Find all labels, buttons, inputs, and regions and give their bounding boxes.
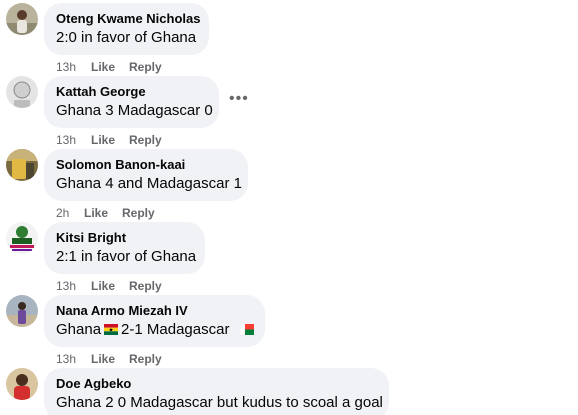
like-button[interactable]: Like [91, 133, 115, 147]
reply-button[interactable]: Reply [129, 133, 162, 147]
comment-text: Ghana 2-1 Madagascar [56, 320, 255, 340]
comment-text-ghana: Ghana [56, 321, 102, 338]
reply-button[interactable]: Reply [122, 206, 155, 220]
comment-bubble: Solomon Banon-kaai Ghana 4 and Madagasca… [44, 149, 248, 201]
comment-timestamp[interactable]: 13h [56, 352, 91, 366]
reply-button[interactable]: Reply [129, 279, 162, 293]
comment-author[interactable]: Solomon Banon-kaai [56, 157, 236, 173]
comment-text: Ghana 4 and Madagascar 1 [56, 175, 242, 192]
comment-timestamp[interactable]: 13h [56, 60, 91, 74]
comment-actions: 13h Like Reply [56, 60, 176, 74]
avatar[interactable] [6, 295, 38, 327]
comment-author[interactable]: Kattah George [56, 84, 207, 100]
avatar[interactable] [6, 76, 38, 108]
comment-text: 2:1 in favor of Ghana [56, 248, 197, 265]
avatar[interactable] [6, 222, 38, 254]
comment-text: 2:0 in favor of Ghana [56, 29, 197, 46]
comment-text: Ghana 3 Madagascar 0 [56, 102, 213, 119]
comment-bubble: Kattah George Ghana 3 Madagascar 0 [44, 76, 219, 128]
comment-actions: 13h Like Reply [56, 133, 176, 147]
ghana-flag-icon [104, 324, 119, 335]
more-options-icon[interactable]: ••• [229, 91, 248, 107]
like-button[interactable]: Like [91, 352, 115, 366]
comment-text-score: 2-1 Madagascar [121, 321, 230, 338]
like-button[interactable]: Like [91, 60, 115, 74]
like-button[interactable]: Like [84, 206, 108, 220]
comment-author[interactable]: Doe Agbeko [56, 376, 377, 392]
reply-button[interactable]: Reply [129, 352, 162, 366]
comment-author[interactable]: Kitsi Bright [56, 230, 193, 246]
comment-actions: 2h Like Reply [56, 206, 169, 220]
avatar[interactable] [6, 149, 38, 181]
comment-actions: 13h Like Reply [56, 279, 176, 293]
comment-bubble: Doe Agbeko Ghana 2 0 Madagascar but kudu… [44, 368, 389, 415]
comment-bubble: Oteng Kwame Nicholas 2:0 in favor of Gha… [44, 3, 209, 55]
comment-timestamp[interactable]: 2h [56, 206, 84, 220]
like-button[interactable]: Like [91, 279, 115, 293]
comment-author[interactable]: Oteng Kwame Nicholas [56, 11, 200, 27]
comment-actions: 13h Like Reply [56, 352, 176, 366]
comment-author[interactable]: Nana Armo Miezah IV [56, 303, 253, 319]
comment-timestamp[interactable]: 13h [56, 133, 91, 147]
comment-bubble: Nana Armo Miezah IV Ghana 2-1 Madagascar [44, 295, 265, 347]
avatar[interactable] [6, 3, 38, 35]
madagascar-flag-icon [240, 324, 255, 335]
comment-timestamp[interactable]: 13h [56, 279, 91, 293]
comment-bubble: Kitsi Bright 2:1 in favor of Ghana [44, 222, 205, 274]
reply-button[interactable]: Reply [129, 60, 162, 74]
avatar[interactable] [6, 368, 38, 400]
comment-text: Ghana 2 0 Madagascar but kudus to scoal … [56, 394, 383, 411]
comment-list: Oteng Kwame Nicholas 2:0 in favor of Gha… [0, 0, 578, 415]
